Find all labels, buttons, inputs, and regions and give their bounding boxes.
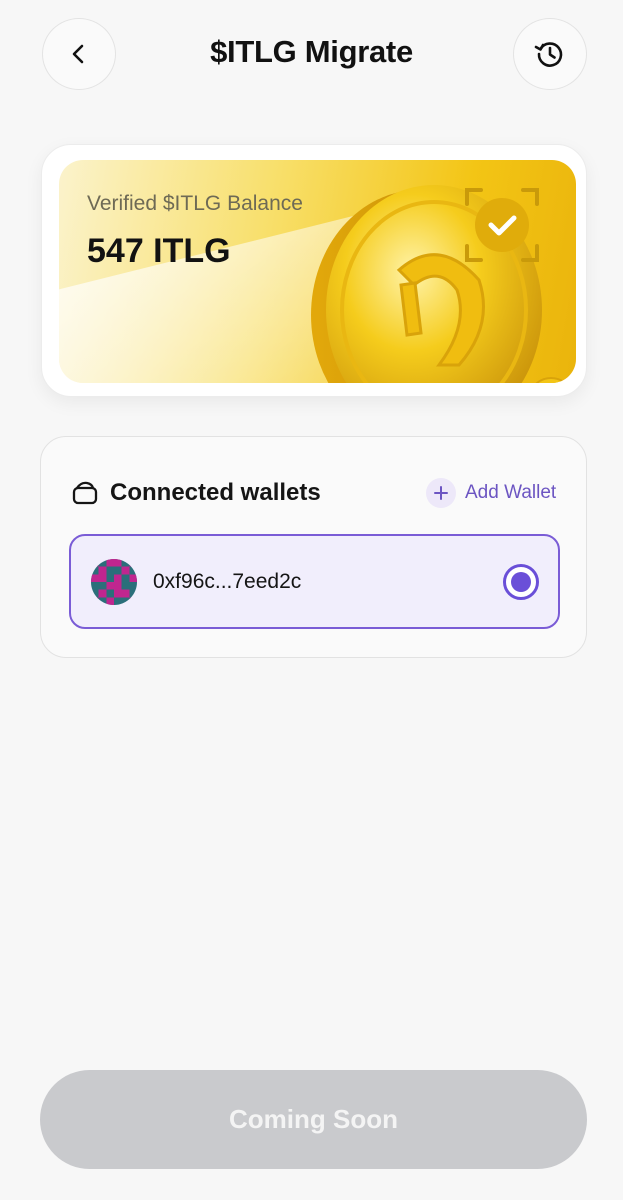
- wallet-address: 0xf96c...7eed2c: [153, 570, 302, 593]
- add-wallet-button[interactable]: Add Wallet: [426, 477, 556, 509]
- connected-wallets-title: Connected wallets: [110, 479, 321, 506]
- chevron-left-icon: [72, 44, 84, 64]
- migrate-screen: $ITLG Migrate Verified $ITLG Balance 547…: [0, 0, 623, 1200]
- page-title: $ITLG Migrate: [210, 34, 413, 69]
- balance-value: 547 ITLG: [87, 232, 231, 270]
- wallet-item[interactable]: 0xf96c...7eed2c: [69, 534, 560, 629]
- wallet-avatar: [91, 559, 137, 605]
- history-button[interactable]: [513, 18, 587, 90]
- check-badge-icon: [465, 188, 539, 262]
- wallet-icon: [72, 481, 98, 505]
- balance-label: Verified $ITLG Balance: [87, 192, 303, 215]
- balance-banner: Verified $ITLG Balance 547 ITLG: [59, 160, 576, 383]
- wallet-radio-selected[interactable]: [503, 564, 539, 600]
- history-icon: [534, 42, 563, 67]
- connected-wallets-card: Connected wallets Add Wallet 0xf96c...7e…: [40, 436, 587, 658]
- radio-dot: [511, 572, 531, 592]
- back-button[interactable]: [42, 18, 116, 90]
- add-wallet-label: Add Wallet: [465, 482, 557, 503]
- coming-soon-button[interactable]: Coming Soon: [40, 1070, 587, 1169]
- plus-icon: [426, 478, 456, 508]
- balance-card: Verified $ITLG Balance 547 ITLG: [41, 144, 587, 397]
